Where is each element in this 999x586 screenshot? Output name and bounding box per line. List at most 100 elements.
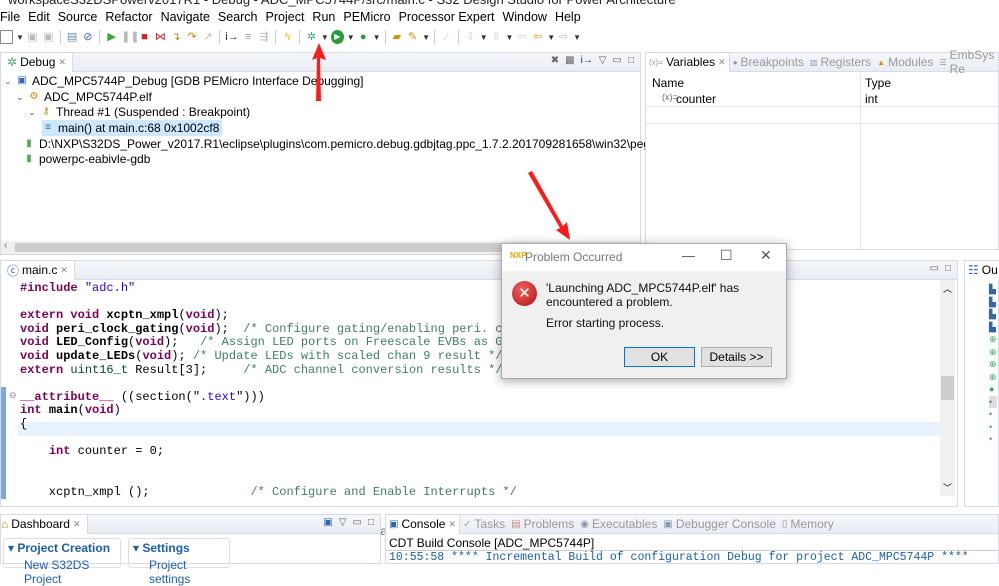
step-return-icon[interactable]: ↗: [201, 30, 214, 44]
maximize-icon[interactable]: □: [368, 517, 374, 528]
instruction-stepping-icon[interactable]: i→: [225, 30, 238, 44]
tab-outline[interactable]: ☷ Ou: [965, 260, 999, 280]
close-icon[interactable]: ✕: [58, 57, 66, 68]
code-editor[interactable]: ⓒ main.c ✕ ▭ □ ⊖ #include "adc.h" extern voi…: [0, 260, 958, 539]
new-project-link[interactable]: New S32DS Project: [8, 558, 116, 586]
menu-window[interactable]: Window: [498, 8, 550, 26]
disassembly-icon[interactable]: ▤: [66, 30, 79, 44]
pencil-icon[interactable]: ✎: [406, 30, 419, 44]
tree-item[interactable]: ⌄ ▣ ADC_MPC5744P_Debug [GDB PEMicro Interf…: [4, 73, 364, 89]
new-dropdown-icon[interactable]: ▼: [16, 33, 24, 42]
tab-console[interactable]: ▣ Console ✕: [386, 514, 461, 534]
dialog-titlebar[interactable]: NXP Problem Occurred — ☐ ✕: [502, 244, 786, 271]
menu-file[interactable]: File: [0, 8, 24, 26]
tab-problems[interactable]: ▤ Problems: [508, 515, 577, 534]
tab-variables[interactable]: (x)= Variables ✕: [646, 52, 730, 72]
step-over-icon[interactable]: ↷: [186, 30, 199, 44]
suspend-icon[interactable]: ❚❚: [121, 30, 139, 44]
menu-help[interactable]: Help: [551, 8, 585, 26]
save-all-icon[interactable]: ▣: [42, 30, 55, 44]
menu-processor-expert[interactable]: Processor Expert: [395, 8, 499, 26]
details-button[interactable]: Details >>: [701, 347, 772, 367]
ok-button[interactable]: OK: [624, 347, 695, 367]
tab-main-c[interactable]: ⓒ main.c ✕: [1, 260, 75, 280]
annotation-icon[interactable]: ⁄: [440, 30, 453, 44]
tree-item[interactable]: ⌄ ⚷ Thread #1 (Suspended : Breakpoint): [28, 104, 250, 120]
close-icon[interactable]: ✕: [718, 57, 726, 68]
remove-terminated-icon[interactable]: ✖: [551, 55, 559, 66]
tab-breakpoints[interactable]: ● Breakpoints: [730, 53, 807, 72]
fold-icon[interactable]: ⊖: [9, 390, 17, 401]
pencil-dropdown-icon[interactable]: ▼: [422, 33, 430, 42]
vertical-scrollbar[interactable]: ︿ ﹀: [940, 280, 955, 496]
back-icon[interactable]: ⇦: [531, 30, 544, 44]
minimize-icon[interactable]: ▭: [353, 517, 362, 528]
terminate-icon[interactable]: ■: [138, 30, 151, 44]
maximize-icon[interactable]: ☐: [720, 247, 733, 264]
menu-search[interactable]: Search: [214, 8, 262, 26]
minimize-icon[interactable]: ▭: [613, 55, 622, 66]
menu-run[interactable]: Run: [308, 8, 339, 26]
save-icon[interactable]: ▣: [26, 30, 39, 44]
external-tools-icon[interactable]: ●: [357, 30, 370, 44]
menu-navigate[interactable]: Navigate: [157, 8, 214, 26]
view-menu-icon[interactable]: ▽: [599, 55, 607, 66]
new-project-icon[interactable]: ▣: [323, 517, 332, 528]
close-icon[interactable]: ✕: [760, 247, 772, 264]
resume-icon[interactable]: ▶: [105, 30, 118, 44]
restart-icon[interactable]: ⇶: [258, 30, 271, 44]
expand-twisty-icon[interactable]: ⌄: [4, 73, 12, 89]
remove-all-icon[interactable]: ▩: [565, 55, 574, 66]
run-icon[interactable]: ▶: [330, 30, 344, 44]
next-annotation-dropdown-icon[interactable]: ▼: [480, 33, 488, 42]
close-icon[interactable]: ✕: [448, 519, 456, 530]
menu-source[interactable]: Source: [54, 8, 102, 26]
tab-modules[interactable]: ▲ Modules: [874, 53, 936, 72]
maximize-icon[interactable]: □: [945, 263, 951, 274]
expand-twisty-icon[interactable]: ⌄: [16, 89, 24, 105]
menu-refactor[interactable]: Refactor: [101, 8, 156, 26]
column-header-type[interactable]: Type: [865, 76, 891, 90]
last-edit-icon[interactable]: ⇦: [516, 30, 529, 44]
next-annotation-icon[interactable]: ⇩: [464, 30, 477, 44]
tab-memory[interactable]: ▯ Memory: [779, 515, 837, 534]
forward-dropdown-icon[interactable]: ▼: [573, 33, 581, 42]
tab-executables[interactable]: ◉ Executables: [577, 515, 660, 534]
back-dropdown-icon[interactable]: ▼: [547, 33, 555, 42]
connect-icon[interactable]: ϟ: [281, 30, 294, 44]
tree-item[interactable]: ▮ D:\NXP\S32DS_Power_v2017.R1\eclipse\plu…: [23, 136, 697, 152]
menu-project[interactable]: Project: [262, 8, 309, 26]
tab-tasks[interactable]: ✓ Tasks: [460, 515, 508, 534]
tree-item[interactable]: ≡ main() at main.c:68 0x1002cf8: [42, 120, 223, 136]
menu-pemicro[interactable]: PEMicro: [339, 8, 394, 26]
forward-icon[interactable]: ⇨: [557, 30, 570, 44]
close-icon[interactable]: ✕: [60, 265, 68, 276]
column-header-name[interactable]: Name: [652, 76, 684, 90]
tab-embsys-re[interactable]: ☰ EmbSys Re: [936, 48, 998, 76]
close-icon[interactable]: ✕: [73, 519, 81, 530]
variable-row[interactable]: (x)= counter int: [646, 91, 998, 107]
expand-twisty-icon[interactable]: ⌄: [28, 104, 36, 120]
minimize-icon[interactable]: —: [682, 248, 695, 263]
external-tools-dropdown-icon[interactable]: ▼: [373, 33, 381, 42]
minimize-icon[interactable]: ▭: [930, 263, 939, 274]
new-icon[interactable]: [0, 30, 13, 44]
prev-annotation-icon[interactable]: ⇧: [490, 30, 503, 44]
debug-icon[interactable]: ✲: [305, 30, 318, 44]
debug-dropdown-icon[interactable]: ▼: [321, 33, 329, 42]
maximize-icon[interactable]: □: [628, 55, 634, 66]
instruction-step-icon[interactable]: i→: [581, 55, 593, 66]
tab-debugger-console[interactable]: ▣ Debugger Console: [660, 515, 779, 534]
open-type-icon[interactable]: ▰: [390, 30, 403, 44]
disconnect-icon[interactable]: ⋈: [154, 30, 167, 44]
project-settings-link[interactable]: Project settings: [133, 558, 225, 586]
tab-registers[interactable]: ▥ Registers: [807, 53, 874, 72]
view-menu-icon[interactable]: ▽: [339, 517, 347, 528]
tab-debug[interactable]: ✲ Debug ✕: [1, 52, 73, 72]
tree-item[interactable]: ▮ powerpc-eabivle-gdb: [23, 151, 150, 167]
prev-annotation-dropdown-icon[interactable]: ▼: [506, 33, 514, 42]
run-dropdown-icon[interactable]: ▼: [347, 33, 355, 42]
tab-dashboard[interactable]: ⌂ Dashboard ✕: [1, 514, 88, 534]
tree-item[interactable]: ⌄ ⚙ ADC_MPC5744P.elf: [16, 89, 152, 105]
menu-edit[interactable]: Edit: [24, 8, 54, 26]
